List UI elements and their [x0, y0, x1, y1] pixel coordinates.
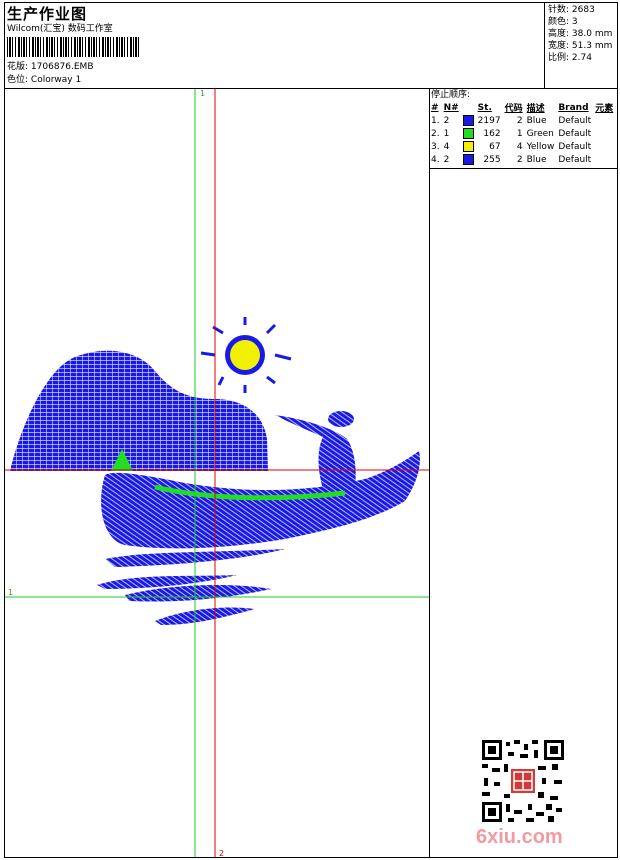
- sequence-header-row: # N# St. 代码 描述 Brand 元素: [431, 102, 614, 115]
- design-label: 花版:: [7, 62, 29, 72]
- stats-panel: 针数: 2683 颜色: 3 高度: 38.0 mm 宽度: 51.3 mm 比…: [548, 5, 612, 65]
- guide-green-v-label: 1: [200, 89, 205, 98]
- water-ripple: [155, 607, 255, 625]
- studio-name: Wilcom(汇宝) 数码工作室: [7, 24, 113, 34]
- barcode: [7, 37, 141, 57]
- stats-divider: [544, 2, 545, 89]
- colorway-row: 色位: Colorway 1: [7, 75, 81, 86]
- person-head: [328, 411, 354, 427]
- stat-height: 高度: 38.0 mm: [548, 29, 613, 39]
- guide-red-v-label: 2: [219, 849, 224, 857]
- colorway-value: Colorway 1: [30, 75, 82, 85]
- stat-width: 宽度: 51.3 mm: [548, 41, 613, 51]
- color-swatch: [462, 115, 474, 126]
- sequence-divider: [429, 168, 618, 169]
- table-row: 3. 4 67 4 Yellow Default: [431, 141, 592, 152]
- qr-code: [480, 738, 566, 824]
- color-swatch: [462, 128, 474, 139]
- table-row: 4. 2 255 2 Blue Default: [431, 154, 592, 165]
- table-row: 1. 2 2197 2 Blue Default: [431, 115, 592, 126]
- sequence-table: # N# St. 代码 描述 Brand 元素 1. 2 2197 2 Blue Defaul…: [429, 101, 615, 166]
- stat-colors: 颜色: 3: [548, 17, 578, 27]
- color-swatch: [462, 154, 474, 165]
- table-row: 2. 1 162 1 Green Default: [431, 128, 592, 139]
- sequence-title: 停止顺序:: [431, 90, 471, 100]
- design-row: 花版: 1706876.EMB: [7, 62, 94, 73]
- guide-green-h-label: 1: [8, 588, 13, 597]
- design-value: 1706876.EMB: [30, 62, 94, 72]
- mountain-shape: [10, 350, 268, 471]
- watermark: 6xiu.com: [476, 826, 563, 848]
- embroidery-canvas: 1 1 2: [5, 89, 429, 857]
- colorway-label: 色位:: [7, 75, 29, 85]
- stat-scale: 比例: 2.74: [548, 53, 592, 63]
- stat-stitches: 针数: 2683: [548, 5, 595, 15]
- page-title: 生产作业图: [7, 5, 88, 23]
- color-swatch: [462, 141, 474, 152]
